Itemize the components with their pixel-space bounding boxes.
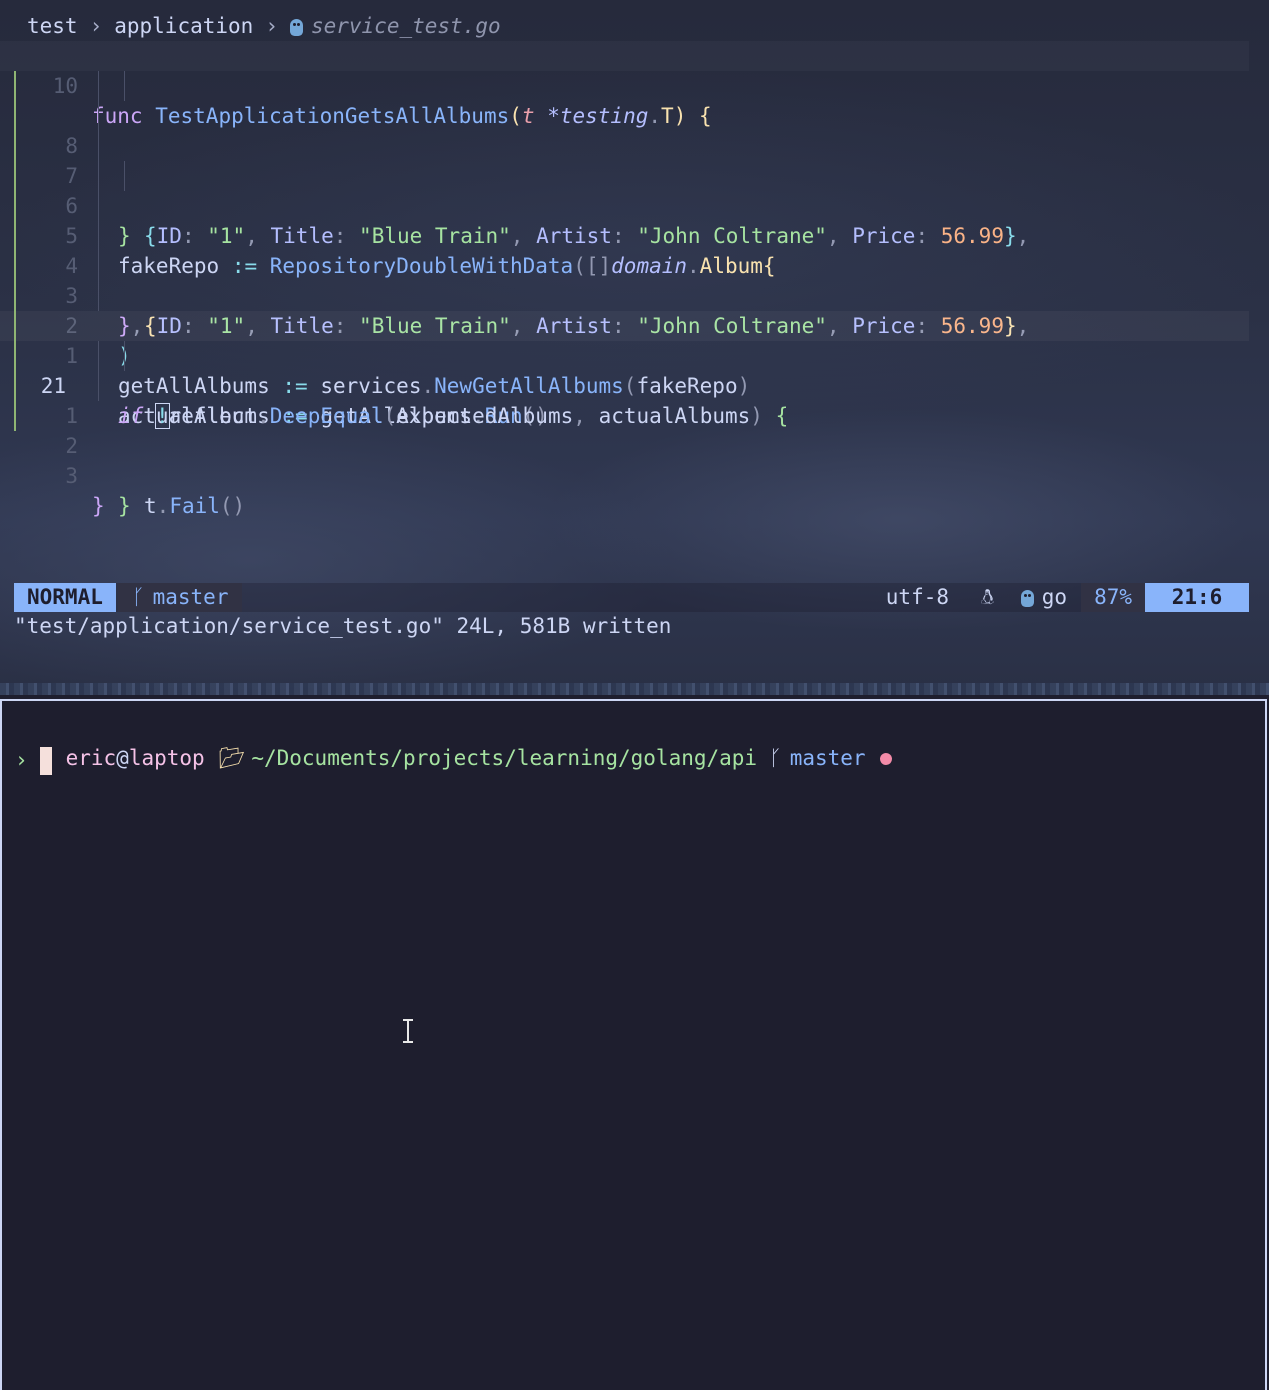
scroll-percent: 87% (1081, 583, 1145, 612)
shell-prompt: eric@laptop 📂︎ ~/Documents/projects/learni… (15, 713, 892, 770)
indent-guide (124, 161, 125, 191)
code-line[interactable]: 8 {ID: "1", Title: "Blue Train", Artist:… (0, 71, 1269, 248)
git-sign-added (14, 311, 16, 341)
mode-indicator: NORMAL (14, 583, 116, 612)
breadcrumb-segment[interactable]: application (114, 14, 253, 38)
git-sign-added (14, 371, 16, 401)
git-sign-added (14, 101, 16, 131)
token-bracket: () (219, 494, 246, 518)
token-function: Fail (169, 494, 220, 518)
token-bracket: } (118, 494, 131, 518)
token-bracket: } (92, 494, 105, 518)
mouse-ibeam-cursor-icon (402, 1019, 414, 1043)
indent-guide (124, 341, 125, 371)
code-line[interactable]: 6 fakeRepo := RepositoryDoubleWithData([… (0, 131, 1269, 278)
terminal-pane[interactable]: eric@laptop 📂︎ ~/Documents/projects/learni… (0, 699, 1267, 1390)
breadcrumb-separator: › (265, 14, 278, 38)
git-sign-added (14, 191, 16, 221)
code-line[interactable]: 2 } (0, 371, 1269, 518)
statusline-branch: ᚴ master (118, 583, 243, 612)
code-line[interactable]: 7 } (0, 101, 1269, 248)
breadcrumb-file[interactable]: service_test.go (311, 14, 501, 38)
code-area[interactable]: 10 func TestApplicationGetsAllAlbums(t *… (0, 41, 1269, 518)
indent-guide (98, 251, 99, 281)
linux-penguin-icon: 🐧︎ (981, 585, 994, 609)
prompt-git-branch: master (789, 746, 866, 770)
git-sign-added (14, 161, 16, 191)
prompt-user: eric (65, 746, 117, 770)
prompt-host: laptop (128, 746, 205, 770)
indent-guide (98, 221, 99, 251)
indent-guide (98, 341, 99, 371)
code-line[interactable]: 10 func TestApplicationGetsAllAlbums(t *… (0, 41, 1249, 128)
indent-guide (98, 161, 99, 191)
git-sign-added (14, 71, 16, 101)
cursor-position: 21:6 (1145, 583, 1249, 612)
wallpaper-mountains (0, 683, 1269, 695)
git-sign-added (14, 281, 16, 311)
git-branch-icon: ᚴ (132, 585, 145, 609)
indent-guide (98, 281, 99, 311)
git-branch-icon: ᚴ (769, 746, 782, 770)
code-text: } (118, 491, 131, 521)
code-line[interactable]: 1 actualAlbums := getAllAlbums.Run() (0, 281, 1269, 428)
line-number: 3 (65, 464, 78, 488)
git-dirty-indicator-icon (879, 753, 892, 765)
filetype-label: go (1041, 585, 1067, 609)
indent-guide (98, 101, 99, 131)
code-line[interactable]: 1 t.Fail() (0, 341, 1269, 518)
open-folder-icon: 📂︎ (218, 746, 246, 770)
indent-guide (98, 131, 99, 161)
breadcrumb: test › application › service_test.go (27, 11, 501, 41)
indent-guide (98, 191, 99, 221)
statusline-branch-label: master (152, 585, 229, 609)
code-line[interactable]: 3 } (0, 401, 1269, 518)
git-sign-added (14, 251, 16, 281)
terminal-cursor (39, 747, 52, 775)
gopher-icon (1020, 590, 1034, 607)
editor-pane[interactable]: test › application › service_test.go 10 func… (0, 0, 1269, 695)
breadcrumb-segment[interactable]: test (27, 14, 78, 38)
indent-guide (124, 71, 125, 101)
encoding: utf-8 (885, 585, 949, 609)
git-sign-added (14, 341, 16, 371)
indent-guide (98, 71, 99, 101)
code-text: } (92, 491, 105, 521)
command-input[interactable]: › (15, 745, 52, 775)
code-line[interactable]: 5 {ID: "1", Title: "Blue Train", Artist:… (0, 161, 1269, 338)
git-sign-added (14, 131, 16, 161)
code-line[interactable]: 2 getAllAlbums := services.NewGetAllAlbu… (0, 251, 1269, 398)
code-text: t.Fail() (144, 491, 245, 521)
message-line: "test/application/service_test.go" 24L, … (14, 614, 672, 638)
prompt-at: @ (116, 746, 129, 770)
breadcrumb-separator: › (89, 14, 103, 38)
token-punct: . (156, 494, 170, 518)
git-sign-added (14, 401, 16, 431)
gopher-icon (289, 19, 303, 36)
filetype: go (1020, 583, 1067, 612)
statusline: NORMAL ᚴ master utf-8 🐧︎ go 87% 21:6 (14, 583, 1249, 612)
token-variable: t (144, 494, 157, 518)
prompt-char: › (15, 748, 28, 772)
git-sign-added (14, 221, 16, 251)
code-line[interactable]: 4 }, (0, 191, 1269, 338)
prompt-path: ~/Documents/projects/learning/golang/api (251, 746, 758, 770)
code-line[interactable]: 3 ) (0, 221, 1269, 368)
indent-guide (98, 371, 99, 401)
code-line-current[interactable]: 21 if !reflect.DeepEqual(expectedAlbums,… (0, 311, 1249, 429)
